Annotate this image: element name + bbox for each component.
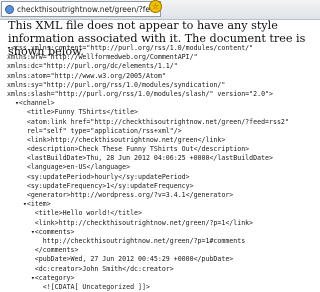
xml-line: <lastBuildDate>Thu, 28 Jun 2012 04:06:25… bbox=[7, 154, 273, 163]
xml-document-tree: ▾<rss xmlns:content="http://purl.org/rss… bbox=[7, 44, 319, 292]
xml-line: xmlns:sy="http://purl.org/rss/1.0/module… bbox=[7, 80, 226, 89]
address-url[interactable]: checkthisoutrightnow.net/green/?feed=rss bbox=[17, 5, 157, 14]
xml-line: <sy:updateFrequency>1</sy:updateFrequenc… bbox=[7, 181, 194, 190]
xml-line[interactable]: ▾<item> bbox=[7, 200, 319, 209]
xml-line: <description>Check These Funny TShirts O… bbox=[7, 145, 250, 154]
xml-line[interactable]: ▾<channel> bbox=[7, 99, 319, 108]
xml-line: <link>http://checkthisoutrightnow.net/gr… bbox=[7, 135, 226, 144]
xml-line: <title>Funny TShirts</title> bbox=[7, 108, 139, 117]
xml-line[interactable]: ▾<rss xmlns:content="http://purl.org/rss… bbox=[7, 44, 319, 53]
xml-line: </comments> bbox=[7, 246, 79, 255]
xml-line: <dc:creator>John Smith</dc:creator> bbox=[7, 264, 174, 273]
xml-line: xmlns:slash="http://purl.org/rss/1.0/mod… bbox=[7, 89, 273, 98]
address-bar[interactable]: checkthisoutrightnow.net/green/?feed=rss bbox=[1, 1, 161, 17]
xml-line: <![CDATA[ Uncategorized ]]> bbox=[7, 282, 150, 291]
browser-toolbar: checkthisoutrightnow.net/green/?feed=rss… bbox=[0, 0, 320, 20]
xml-line: <generator>http://wordpress.org/?v=3.4.1… bbox=[7, 191, 234, 199]
xml-line: <atom:link href="http://checkthisoutrigh… bbox=[7, 117, 289, 126]
xml-line[interactable]: ▾<comments> bbox=[7, 228, 319, 237]
xml-line: <sy:updatePeriod>hourly</sy:updatePeriod… bbox=[7, 172, 190, 181]
xml-line[interactable]: ▾<category> bbox=[7, 274, 319, 283]
xml-line: xmlns:wfw="http://wellformedweb.org/Comm… bbox=[7, 53, 198, 62]
xml-line: <title>Hello world!</title> bbox=[7, 209, 142, 218]
xml-line: rel="self" type="application/rss+xml"/> bbox=[7, 126, 182, 135]
bookmark-star-icon[interactable]: ☆ bbox=[149, 0, 162, 13]
xml-line: xmlns:atom="http://www.w3.org/2005/Atom" bbox=[7, 71, 166, 80]
xml-line: <pubDate>Wed, 27 Jun 2012 00:45:29 +0000… bbox=[7, 255, 234, 264]
globe-icon bbox=[5, 4, 14, 14]
xml-line: http://checkthisoutrightnow.net/green/?p… bbox=[7, 236, 246, 245]
xml-line: xmlns:dc="http://purl.org/dc/elements/1.… bbox=[7, 62, 178, 71]
xml-line: <link>http://checkthisoutrightnow.net/gr… bbox=[7, 218, 254, 227]
xml-line: <language>en-US</language> bbox=[7, 163, 131, 172]
